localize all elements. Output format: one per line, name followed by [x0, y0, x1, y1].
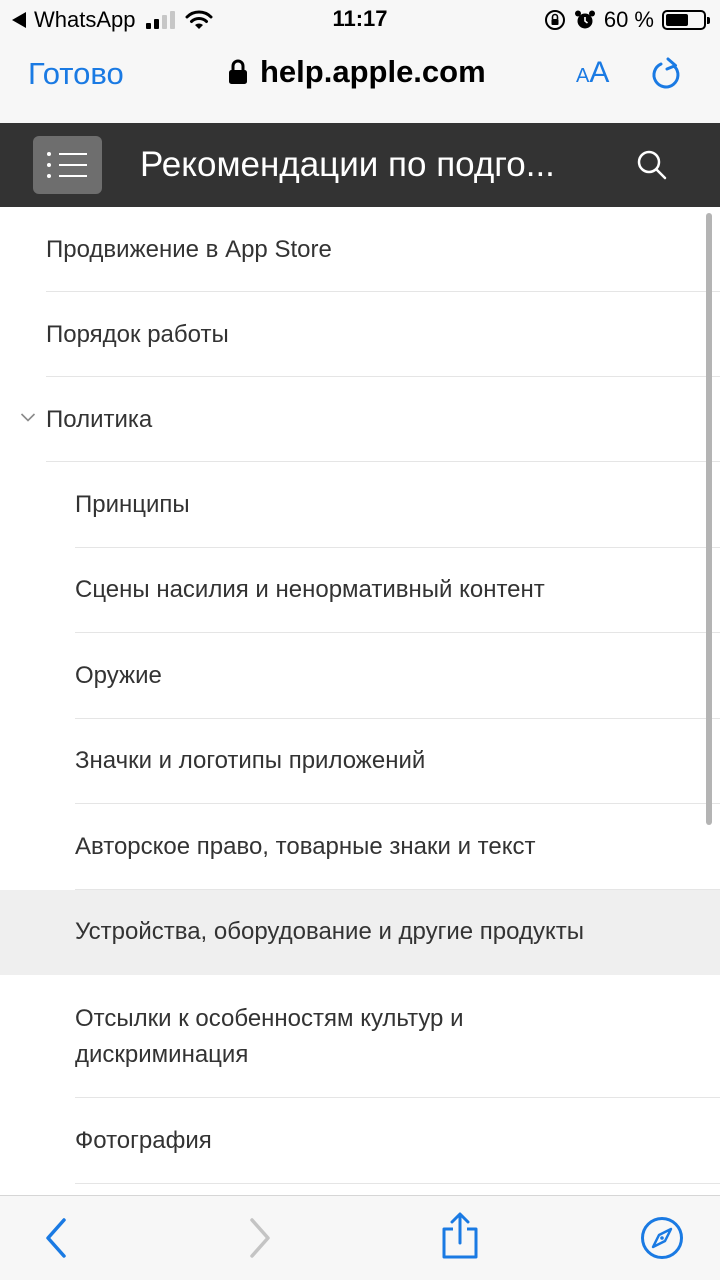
page-title: Рекомендации по подго...	[140, 145, 555, 184]
table-of-contents-button[interactable]	[33, 136, 102, 194]
done-button[interactable]: Готово	[28, 56, 124, 92]
nav-item-policy[interactable]: Политика	[0, 377, 720, 462]
nav-item-workflow[interactable]: Порядок работы	[0, 292, 720, 377]
text-size-small-label: A	[576, 65, 590, 87]
nav-item-principles[interactable]: Принципы	[0, 462, 720, 548]
alarm-icon	[574, 10, 595, 29]
search-icon[interactable]	[636, 149, 668, 181]
text-size-big-label: A	[589, 56, 610, 89]
battery-icon	[662, 10, 710, 30]
text-size-button[interactable]: AA	[576, 56, 609, 90]
orientation-lock-icon	[544, 10, 565, 30]
nav-item-app-store-promotion[interactable]: Продвижение в App Store	[0, 207, 720, 292]
lock-icon	[229, 59, 247, 84]
nav-item-cultural-references[interactable]: Отсылки к особенностям культур и дискрим…	[0, 975, 720, 1098]
nav-item-copyright[interactable]: Авторское право, товарные знаки и текст	[0, 804, 720, 890]
list-icon	[47, 152, 87, 178]
nav-item-photography[interactable]: Фотография	[0, 1098, 720, 1184]
browser-top-bar: Готово help.apple.com AA	[0, 40, 720, 123]
chevron-down-icon[interactable]	[20, 411, 36, 423]
compass-icon[interactable]	[640, 1216, 684, 1260]
back-icon[interactable]	[42, 1216, 70, 1260]
browser-toolbar	[0, 1195, 720, 1280]
table-of-contents: Продвижение в App Store Порядок работы П…	[0, 207, 720, 1195]
scrollbar[interactable]	[706, 213, 712, 825]
nav-item-devices-hardware[interactable]: Устройства, оборудование и другие продук…	[0, 889, 720, 975]
reload-icon[interactable]	[650, 57, 684, 93]
site-header: Рекомендации по подго...	[0, 123, 720, 207]
url-field[interactable]: help.apple.com	[228, 54, 486, 90]
url-text: help.apple.com	[260, 54, 486, 89]
nav-item-weapons[interactable]: Оружие	[0, 633, 720, 719]
forward-icon[interactable]	[246, 1216, 274, 1260]
nav-item-app-icons-logos[interactable]: Значки и логотипы приложений	[0, 719, 720, 805]
share-icon[interactable]	[440, 1212, 480, 1260]
status-bar: WhatsApp 11:17 60 %	[0, 0, 720, 40]
battery-percent: 60 %	[603, 7, 654, 32]
nav-item-violence-content[interactable]: Сцены насилия и ненормативный контент	[0, 548, 720, 634]
